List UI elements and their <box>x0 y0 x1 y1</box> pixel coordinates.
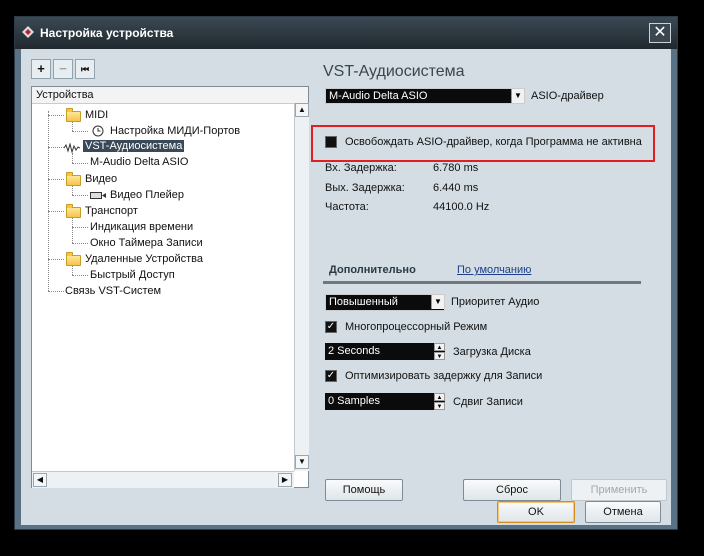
optimize-latency-label: Оптимизировать задержку для Записи <box>345 370 543 382</box>
panel-title: VST-Аудиосистема <box>323 63 465 80</box>
sample-rate-label: Частота: <box>325 201 369 213</box>
tree-item-remote-devices[interactable]: Удаленные Устройства <box>85 253 203 265</box>
close-icon: ✕ <box>653 24 667 41</box>
audio-priority-label: Приоритет Аудио <box>451 296 540 308</box>
tree-item-video-player[interactable]: Видео Плейер <box>110 189 184 201</box>
remove-device-button[interactable]: − <box>53 59 73 79</box>
tree-item-video[interactable]: Видео <box>85 173 117 185</box>
ok-button[interactable]: OK <box>497 501 575 523</box>
tree-horizontal-scrollbar[interactable]: ◀ ▶ <box>32 471 294 488</box>
tree-item-vst-audio[interactable]: VST-Аудиосистема <box>83 140 185 152</box>
title-bar[interactable]: Настройка устройства ✕ <box>15 17 677 49</box>
help-button[interactable]: Помощь <box>325 479 403 501</box>
disk-preload-label: Загрузка Диска <box>453 346 531 358</box>
checkmark-icon: ✓ <box>326 321 336 332</box>
skip-back-icon: ⏮ <box>80 64 90 74</box>
tree-header: Устройства <box>32 87 308 104</box>
folder-icon <box>66 204 81 218</box>
spin-down-icon[interactable]: ▼ <box>434 352 445 360</box>
close-button[interactable]: ✕ <box>649 23 671 43</box>
tree-vertical-scrollbar[interactable]: ▲ ▼ <box>294 103 309 471</box>
scroll-left-icon[interactable]: ◀ <box>33 473 47 487</box>
tree-item-midi[interactable]: MIDI <box>85 109 108 121</box>
folder-icon <box>66 252 81 266</box>
tree-item-midi-ports[interactable]: Настройка МИДИ-Портов <box>110 125 240 137</box>
tree-item-time-display[interactable]: Индикация времени <box>90 221 193 233</box>
tab-advanced[interactable]: Дополнительно <box>329 264 416 276</box>
folder-icon <box>66 172 81 186</box>
input-latency-label: Вх. Задержка: <box>325 162 397 174</box>
tree-item-quick-controls[interactable]: Быстрый Доступ <box>90 269 175 281</box>
multiprocessor-label: Многопроцессорный Режим <box>345 321 488 333</box>
tab-underline <box>323 281 641 284</box>
multiprocessor-checkbox[interactable]: ✓ <box>325 321 337 333</box>
record-shift-label: Сдвиг Записи <box>453 396 523 408</box>
output-latency-value: 6.440 ms <box>433 182 479 194</box>
spin-down-icon[interactable]: ▼ <box>434 402 445 410</box>
input-latency-value: 6.780 ms <box>433 162 479 174</box>
optimize-latency-checkbox[interactable]: ✓ <box>325 370 337 382</box>
scroll-right-icon[interactable]: ▶ <box>278 473 292 487</box>
tree-item-m-audio[interactable]: M-Audio Delta ASIO <box>90 156 188 168</box>
apply-button[interactable]: Применить <box>571 479 667 501</box>
spin-up-icon[interactable]: ▲ <box>434 393 445 401</box>
chevron-down-icon: ▼ <box>431 295 444 309</box>
plus-icon: + <box>37 61 45 76</box>
cancel-button[interactable]: Отмена <box>585 501 661 523</box>
tree-item-record-timer[interactable]: Окно Таймера Записи <box>90 237 203 249</box>
scroll-up-icon[interactable]: ▲ <box>295 103 309 117</box>
device-setup-window: Настройка устройства ✕ + − ⏮ Устройства <box>14 16 678 530</box>
add-device-button[interactable]: + <box>31 59 51 79</box>
video-player-icon <box>90 192 106 199</box>
record-shift-stepper[interactable]: 0 Samples ▲ ▼ <box>325 393 445 410</box>
clock-icon <box>92 125 104 137</box>
cubase-logo-icon <box>22 26 34 38</box>
reset-button[interactable]: Сброс <box>463 479 561 501</box>
folder-icon <box>66 108 81 122</box>
device-tree[interactable]: Устройства MIDI Настройка МИДИ-Портов VS… <box>31 86 309 488</box>
window-title: Настройка устройства <box>40 26 174 40</box>
output-latency-label: Вых. Задержка: <box>325 182 405 194</box>
disk-preload-stepper[interactable]: 2 Seconds ▲ ▼ <box>325 343 445 360</box>
checkmark-icon: ✓ <box>326 370 336 381</box>
dialog-body: + − ⏮ Устройства MIDI Настройка МИДИ-Пор… <box>21 49 671 525</box>
scroll-down-icon[interactable]: ▼ <box>295 455 309 469</box>
chevron-down-icon: ▼ <box>511 89 524 103</box>
release-driver-checkbox[interactable] <box>325 136 337 148</box>
reset-device-button[interactable]: ⏮ <box>75 59 95 79</box>
tree-item-vst-link[interactable]: Связь VST-Систем <box>65 285 161 297</box>
waveform-icon <box>64 143 80 153</box>
sample-rate-value: 44100.0 Hz <box>433 201 490 213</box>
audio-priority-select[interactable]: Повышенный ▼ <box>325 294 445 311</box>
tree-item-transport[interactable]: Транспорт <box>85 205 138 217</box>
tab-defaults[interactable]: По умолчанию <box>457 264 531 276</box>
minus-icon: − <box>59 61 67 76</box>
spin-up-icon[interactable]: ▲ <box>434 343 445 351</box>
asio-driver-select[interactable]: M-Audio Delta ASIO ▼ <box>325 88 525 104</box>
asio-driver-label: ASIO-драйвер <box>531 90 604 102</box>
release-driver-label: Освобождать ASIO-драйвер, когда Программ… <box>345 136 642 148</box>
